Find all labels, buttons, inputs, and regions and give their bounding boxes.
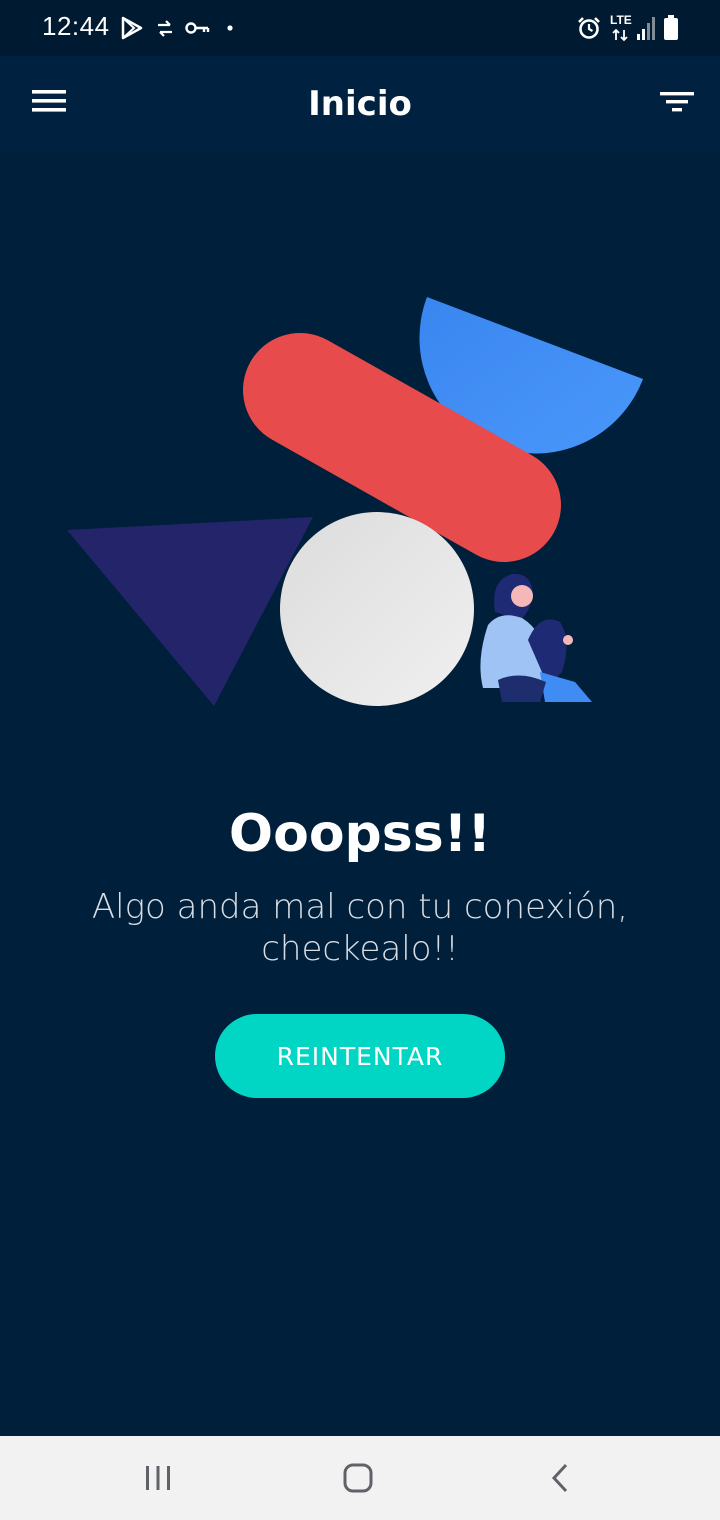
alarm-icon [578,17,600,39]
filter-icon[interactable] [658,88,696,118]
triangle-shape [67,517,313,706]
home-icon[interactable] [341,1462,375,1494]
status-bar: 12:44 LTE [0,0,720,56]
circle-shape [280,512,474,706]
dot-icon [227,25,233,31]
back-icon[interactable] [546,1462,576,1494]
system-nav-bar [0,1436,720,1520]
sitting-person-figure [480,573,592,702]
play-store-icon [121,16,143,40]
retry-button[interactable]: REINTENTAR [215,1014,505,1098]
page-title: Inicio [308,84,412,124]
status-time: 12:44 [42,11,110,41]
signal-icon [637,17,655,40]
retry-button-label: REINTENTAR [276,1041,444,1071]
error-title: Ooopss!! [228,804,492,864]
lte-icon [612,28,628,42]
no-connection-illustration [67,297,643,706]
app-bar: Inicio [0,56,720,152]
recent-apps-icon[interactable] [142,1462,174,1494]
error-message: Algo anda mal con tu conexión, checkealo… [91,887,629,969]
transfer-icon [158,20,172,37]
vpn-key-icon [185,22,210,34]
main-content: Ooopss!! Algo anda mal con tu conexión, … [0,152,720,1436]
battery-icon [664,15,678,40]
